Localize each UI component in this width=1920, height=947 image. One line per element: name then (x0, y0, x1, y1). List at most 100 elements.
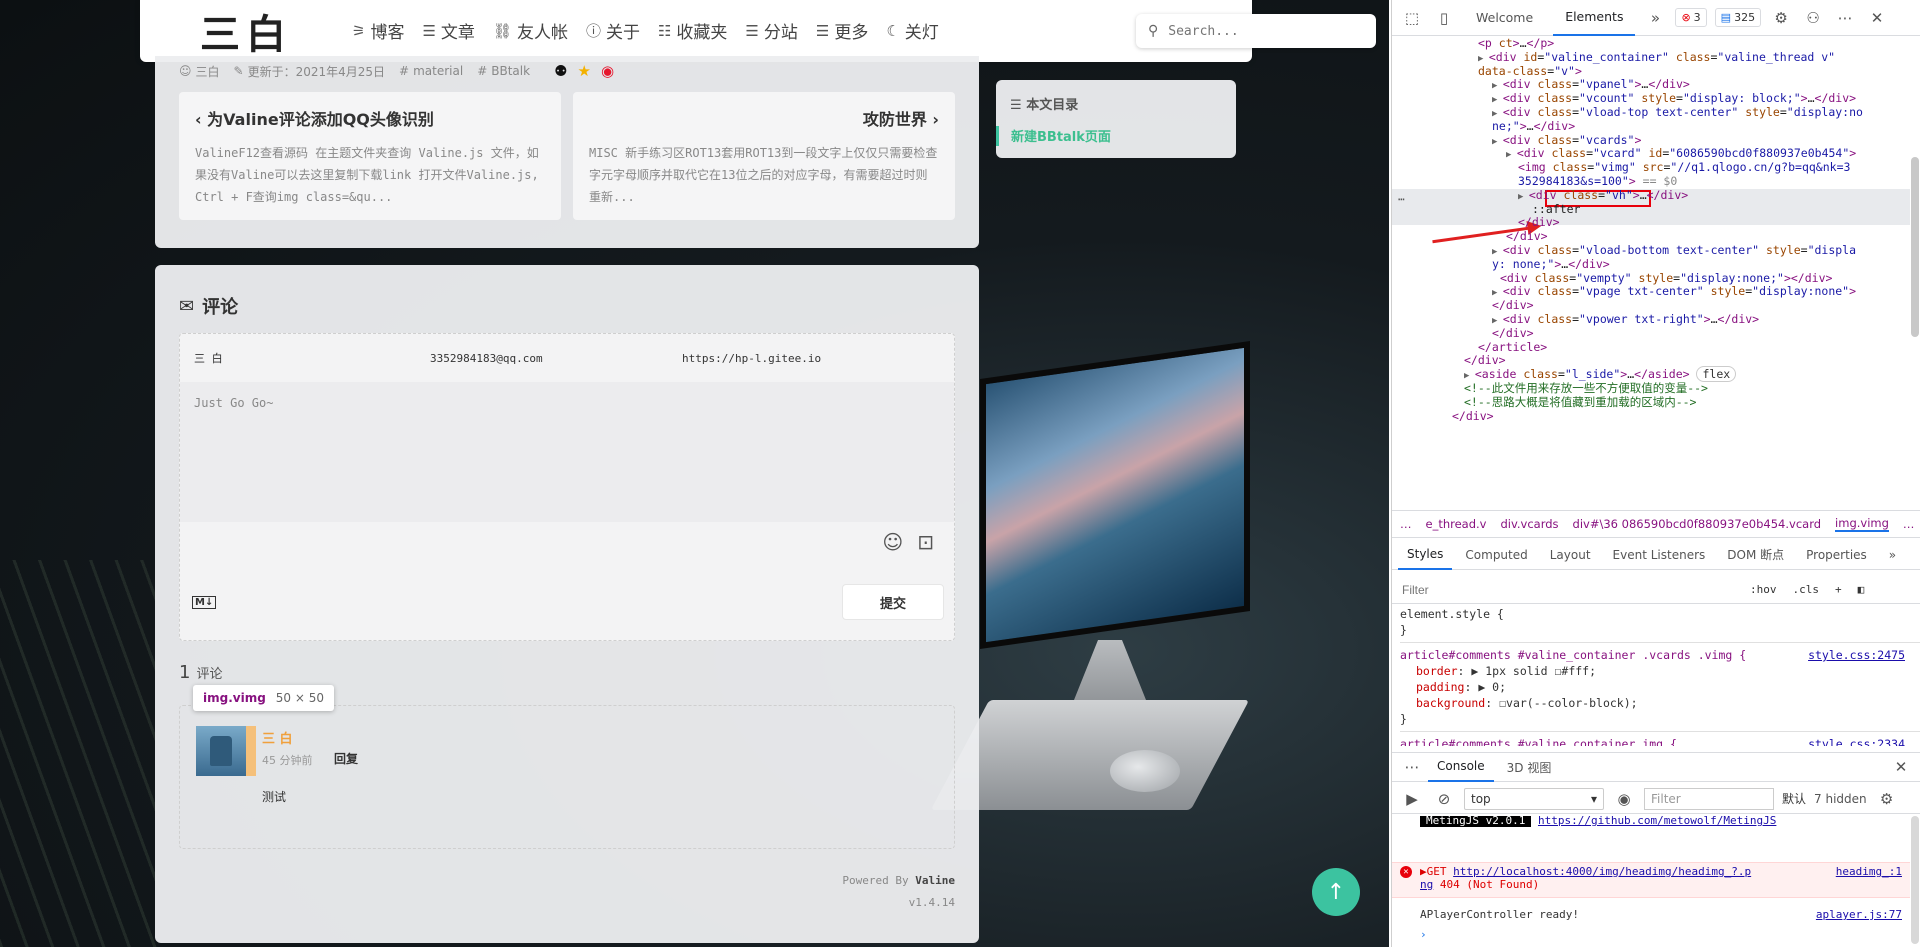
kebab-icon[interactable]: ⋯ (1400, 755, 1424, 779)
nav-item-substation[interactable]: ☰ 分站 (745, 18, 797, 44)
inspect-icon[interactable]: ⬚ (1400, 6, 1424, 30)
css-property[interactable]: background: ☐var(--color-block); (1400, 695, 1920, 711)
post-tag[interactable]: # BBtalk (477, 64, 530, 78)
dom-node-line[interactable]: ▶ <div class="vpage txt-center" style="d… (1492, 283, 1856, 302)
nav-item-lights-off[interactable]: ☾ 关灯 (886, 18, 938, 44)
more-tabs-icon[interactable]: » (1880, 540, 1905, 570)
rule-source-link[interactable]: style.css:2475 (1808, 647, 1905, 663)
breadcrumb-item[interactable]: div#\36 086590bcd0f880937e0b454.vcard (1573, 517, 1822, 531)
error-badge[interactable]: ⊗ 3 (1675, 8, 1707, 27)
sidebar-toggle-icon[interactable]: ▶ (1400, 787, 1424, 811)
css-property[interactable]: border: ▶ 1px solid ☐#fff; (1400, 663, 1920, 679)
mail-field[interactable]: 3352984183@qq.com (430, 352, 682, 365)
close-icon[interactable]: ✕ (1889, 755, 1913, 779)
breadcrumb-item[interactable]: … (1903, 517, 1915, 531)
error-url[interactable]: http://localhost:4000/img/headimg/headim… (1453, 865, 1751, 878)
rule-close: } (1400, 712, 1407, 726)
back-to-top-button[interactable]: ↑ (1312, 868, 1360, 916)
node-ellipsis[interactable]: ⋯ (1398, 191, 1405, 208)
console-scrollbar[interactable] (1911, 816, 1919, 944)
error-method[interactable]: ▶GET (1420, 865, 1447, 878)
tooltip-size: 50 × 50 (275, 691, 325, 705)
more-tabs-icon[interactable]: » (1643, 6, 1667, 30)
device-toolbar-icon[interactable]: ▯ (1432, 6, 1456, 30)
tab-computed[interactable]: Computed (1456, 540, 1536, 570)
hov-toggle[interactable]: :hov (1746, 583, 1781, 596)
context-select[interactable]: top ▾ (1464, 787, 1604, 810)
tab-console[interactable]: Console (1428, 752, 1494, 782)
elements-scrollbar[interactable] (1911, 157, 1919, 337)
styles-filter-input[interactable] (1398, 578, 1738, 601)
element-style-rule[interactable]: element.style { (1400, 606, 1920, 622)
sidebar-toggle-icon[interactable]: ◧ (1854, 583, 1869, 596)
gear-icon[interactable]: ⚙ (1769, 6, 1793, 30)
message-badge[interactable]: ▤ 325 (1714, 8, 1762, 27)
avatar[interactable] (196, 726, 256, 776)
tab-styles[interactable]: Styles (1398, 540, 1453, 570)
comment-textarea[interactable]: Just Go Go~ (180, 382, 954, 522)
nav-item-favorites[interactable]: ☷ 收藏夹 (658, 18, 727, 44)
submit-button[interactable]: 提交 (842, 584, 944, 620)
dom-node-line[interactable]: <!--思路大概是将值藏到重加载的区域内--> (1464, 394, 1696, 411)
rule-source-link[interactable]: style.css:2334 (1808, 736, 1905, 746)
error-url-cont[interactable]: ng (1420, 878, 1433, 891)
preview-icon[interactable]: ⊡ (917, 530, 934, 554)
main-nav: ⚞ 博客 ☰ 文章 ⛓ 友人帐 ⓘ 关于 ☷ 收藏夹 ☰ 分站 ☰ 更多 ☾ 关灯 (352, 18, 939, 44)
console-filter-input[interactable]: Filter (1644, 787, 1774, 810)
link-field[interactable]: https://hp-l.gitee.io (682, 352, 942, 365)
img-rule[interactable]: article#comments #valine_container img {… (1400, 736, 1920, 746)
breadcrumb-item[interactable]: div.vcards (1500, 517, 1558, 531)
powered-prefix: Powered By (842, 874, 909, 887)
kebab-icon[interactable]: ⋯ (1833, 6, 1857, 30)
css-property[interactable]: padding: ▶ 0; (1400, 679, 1920, 695)
log-levels-dropdown[interactable]: 默认 (1782, 790, 1806, 807)
tab-welcome[interactable]: Welcome (1464, 0, 1545, 36)
nav-item-blog[interactable]: ⚞ 博客 (352, 18, 404, 44)
eye-icon[interactable]: ◉ (1612, 787, 1636, 811)
nav-item-about[interactable]: ⓘ 关于 (586, 18, 640, 43)
tab-event-listeners[interactable]: Event Listeners (1604, 540, 1715, 570)
post-tag[interactable]: # material (399, 64, 463, 78)
rule-selector: element.style { (1400, 607, 1504, 621)
site-logo[interactable]: 三白 (200, 2, 292, 60)
search-input[interactable] (1168, 23, 1349, 39)
qzone-icon[interactable]: ★ (578, 62, 591, 80)
toc-card: ☰ 本文目录 新建BBtalk页面 (996, 80, 1236, 158)
comment-author[interactable]: 三 白 (262, 728, 293, 747)
tab-dom-breakpoints[interactable]: DOM 断点 (1718, 540, 1793, 570)
emoji-icon[interactable]: ☺ (882, 530, 903, 554)
qq-icon[interactable]: ⚉ (554, 62, 567, 80)
markdown-icon[interactable]: M↓ (192, 596, 217, 609)
powered-name[interactable]: Valine (915, 874, 955, 887)
nick-field[interactable]: 三 白 (180, 350, 430, 366)
breadcrumb-item[interactable]: … (1400, 517, 1412, 531)
tab-properties[interactable]: Properties (1797, 540, 1876, 570)
clear-console-icon[interactable]: ⊘ (1432, 787, 1456, 811)
metings-link[interactable]: https://github.com/metowolf/MetingJS (1538, 816, 1776, 827)
breadcrumb-item[interactable]: e_thread.v (1426, 517, 1487, 531)
breadcrumb-item-current[interactable]: img.vimg (1835, 516, 1889, 532)
close-icon[interactable]: ✕ (1865, 6, 1889, 30)
cls-toggle[interactable]: .cls (1789, 583, 1824, 596)
error-source[interactable]: headimg_:1 (1836, 865, 1902, 878)
log-source[interactable]: aplayer.js:77 (1816, 908, 1902, 921)
reply-button[interactable]: 回复 (334, 750, 358, 767)
dom-node-line[interactable]: </div> (1452, 408, 1494, 425)
drawer-tabs: ⋯ Console 3D 视图 ✕ (1392, 752, 1920, 782)
console-prompt[interactable]: › (1392, 926, 1910, 943)
post-author[interactable]: ☺ 三白 (179, 63, 220, 80)
tab-elements[interactable]: Elements (1553, 0, 1636, 36)
gear-icon[interactable]: ⚙ (1875, 787, 1899, 811)
nav-item-more[interactable]: ☰ 更多 (816, 18, 868, 44)
toc-item[interactable]: 新建BBtalk页面 (996, 126, 1111, 146)
add-rule-icon[interactable]: + (1831, 583, 1846, 596)
vimg-rule[interactable]: article#comments #valine_container .vcar… (1400, 647, 1920, 663)
prev-post-link[interactable]: ‹ 为Valine评论添加QQ头像识别 ValineF12查看源码 在主题文件夹… (179, 92, 561, 220)
nav-item-friends[interactable]: ⛓ 友人帐 (493, 18, 568, 44)
tab-layout[interactable]: Layout (1541, 540, 1600, 570)
nav-item-articles[interactable]: ☰ 文章 (422, 18, 474, 44)
customize-icon[interactable]: ⚇ (1801, 6, 1825, 30)
weibo-icon[interactable]: ◉ (601, 62, 614, 80)
tab-3d-view[interactable]: 3D 视图 (1498, 752, 1561, 782)
next-post-link[interactable]: 攻防世界 › MISC 新手练习区ROT13套用ROT13到一段文字上仅仅只需要… (573, 92, 955, 220)
